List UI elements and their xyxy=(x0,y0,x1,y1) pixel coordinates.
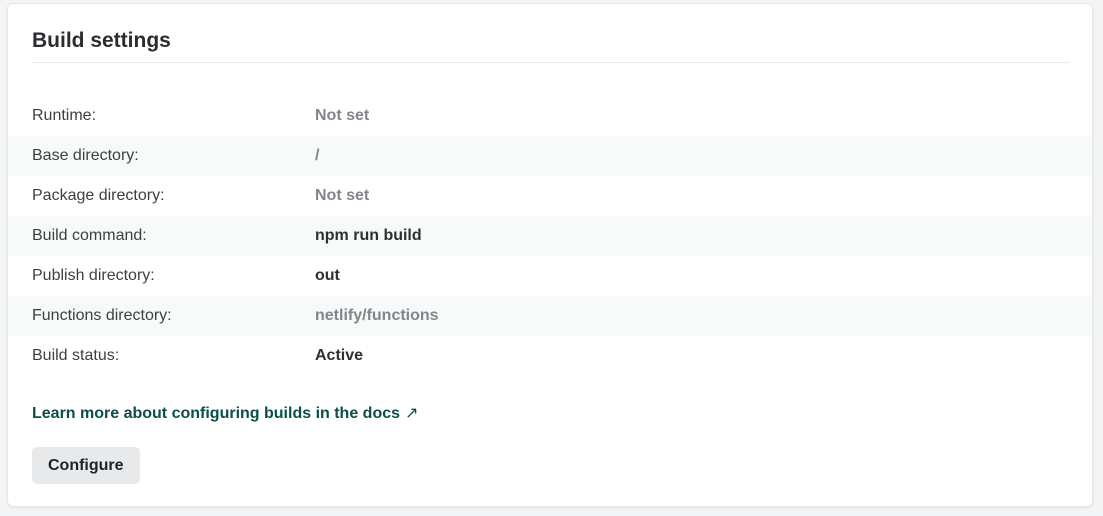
setting-label: Base directory: xyxy=(32,147,139,164)
setting-row-build-command: Build command: npm run build xyxy=(8,216,1092,256)
setting-label: Build command: xyxy=(32,227,147,244)
setting-row-base-directory: Base directory: / xyxy=(8,136,1092,176)
setting-row-package-directory: Package directory: Not set xyxy=(8,176,1092,216)
setting-value: netlify/functions xyxy=(315,307,439,324)
docs-link-label: Learn more about configuring builds in t… xyxy=(32,405,401,422)
title-divider xyxy=(32,62,1070,63)
setting-label: Build status: xyxy=(32,347,120,364)
build-settings-card: Build settings Runtime: Not set Base dir… xyxy=(7,3,1093,507)
docs-link[interactable]: Learn more about configuring builds in t… xyxy=(32,403,418,423)
setting-label: Package directory: xyxy=(32,187,165,204)
setting-value: Not set xyxy=(315,107,370,124)
setting-row-build-status: Build status: Active xyxy=(8,336,1092,376)
card-title: Build settings xyxy=(32,29,171,52)
setting-value: Active xyxy=(315,347,364,364)
setting-value: out xyxy=(315,267,340,284)
external-arrow-icon: ↗ xyxy=(405,405,419,422)
settings-list: Runtime: Not set Base directory: / Packa… xyxy=(8,96,1092,376)
setting-row-runtime: Runtime: Not set xyxy=(8,96,1092,136)
setting-label: Publish directory: xyxy=(32,267,155,284)
setting-value: npm run build xyxy=(315,227,422,244)
configure-button[interactable]: Configure xyxy=(32,447,140,484)
setting-row-functions-directory: Functions directory: netlify/functions xyxy=(8,296,1092,336)
setting-label: Runtime: xyxy=(32,107,97,124)
setting-value: Not set xyxy=(315,187,370,204)
setting-row-publish-directory: Publish directory: out xyxy=(8,256,1092,296)
setting-label: Functions directory: xyxy=(32,307,172,324)
setting-value: / xyxy=(315,147,320,164)
